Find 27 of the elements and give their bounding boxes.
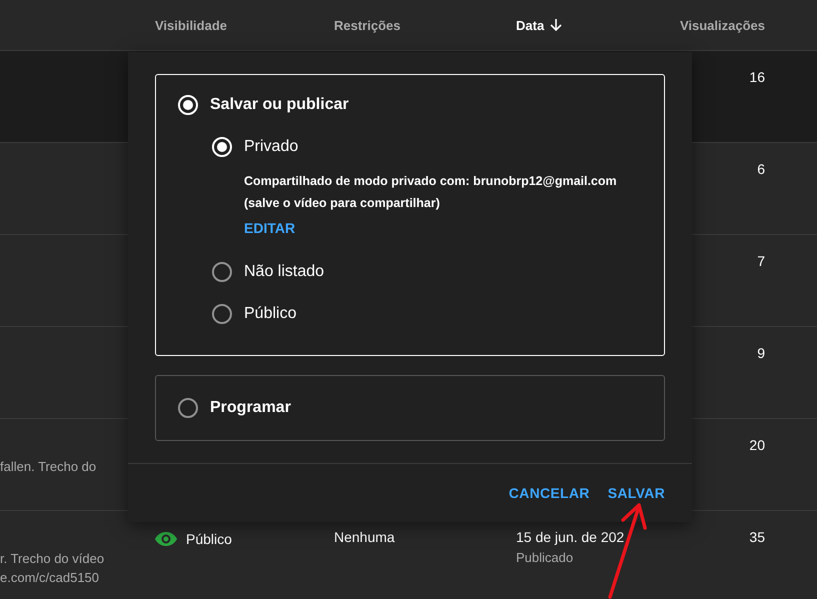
video-description: fallen. Trecho do — [0, 458, 96, 476]
views-cell: 20 — [749, 437, 765, 453]
date-cell: 15 de jun. de 202 — [516, 529, 624, 545]
cancel-button[interactable]: CANCELAR — [502, 479, 597, 507]
share-note: (salve o vídeo para compartilhar) — [244, 195, 440, 212]
views-cell: 9 — [757, 345, 765, 361]
restrictions-cell: Nenhuma — [334, 529, 395, 545]
video-description: e.com/c/cad5150 — [0, 569, 100, 587]
column-header[interactable]: Visibilidade — [155, 18, 228, 32]
share-note: Compartilhado de modo privado com: brunobrp12@gmail.com — [244, 173, 617, 190]
date-status: Publicado — [516, 550, 574, 565]
column-header[interactable]: Restrições — [334, 18, 400, 32]
visibility-cell: Público — [186, 531, 232, 547]
column-header[interactable]: Visualizações — [680, 18, 765, 32]
views-cell: 6 — [757, 161, 765, 177]
save-button[interactable]: SALVAR — [600, 479, 672, 507]
option-label: Programar — [210, 399, 291, 417]
option-label: Público — [244, 305, 296, 323]
column-header[interactable]: Data — [516, 18, 562, 32]
option-label: Não listado — [244, 263, 324, 281]
option-label: Privado — [244, 138, 298, 156]
views-cell: 7 — [757, 253, 765, 269]
views-cell: 16 — [749, 69, 765, 85]
edit-link[interactable]: EDITAR — [244, 220, 296, 236]
views-cell: 35 — [749, 529, 765, 545]
video-description: r. Trecho do vídeo — [0, 550, 104, 568]
option-label: Salvar ou publicar — [210, 96, 349, 114]
